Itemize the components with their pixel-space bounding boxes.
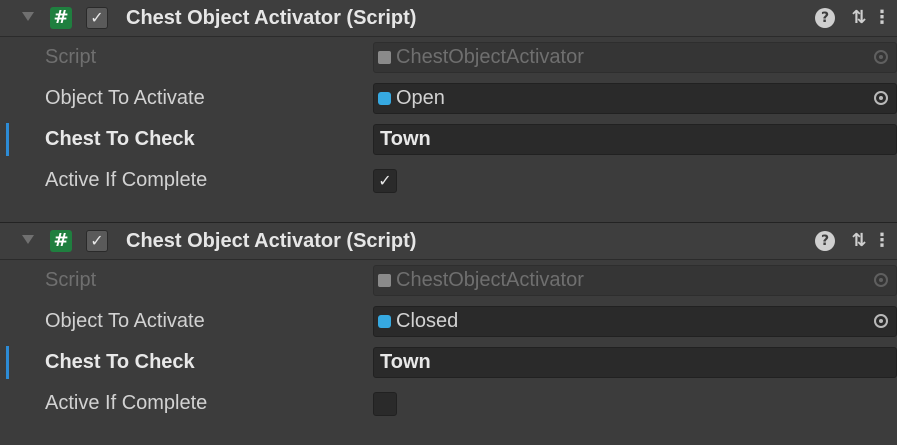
script-hash-icon: # — [50, 230, 72, 252]
field-row-script: Script ChestObjectActivator — [0, 37, 897, 78]
object-picker-target-icon[interactable] — [874, 91, 888, 105]
script-file-icon — [378, 274, 391, 287]
script-field-value: ChestObjectActivator — [396, 269, 584, 291]
active-if-complete-checkbox[interactable]: ✓ — [373, 169, 397, 193]
script-field: ChestObjectActivator — [373, 42, 897, 73]
gameobject-cube-icon — [378, 315, 391, 328]
foldout-triangle-icon[interactable] — [22, 235, 34, 244]
field-row-object-to-activate: Object To Activate Closed — [0, 301, 897, 342]
component-header[interactable]: # ✓ Chest Object Activator (Script) ? ⇅ … — [0, 0, 897, 37]
field-label-active-if-complete: Active If Complete — [45, 169, 208, 191]
field-row-object-to-activate: Object To Activate Open — [0, 78, 897, 119]
gameobject-cube-icon — [378, 92, 391, 105]
script-hash-icon: # — [50, 7, 72, 29]
object-to-activate-field[interactable]: Open — [373, 83, 897, 114]
preset-sliders-icon[interactable]: ⇅ — [849, 8, 869, 28]
object-to-activate-field[interactable]: Closed — [373, 306, 897, 337]
script-field-value: ChestObjectActivator — [396, 46, 584, 68]
component-chest-object-activator-2: # ✓ Chest Object Activator (Script) ? ⇅ … — [0, 222, 897, 445]
field-row-active-if-complete: Active If Complete ✓ — [0, 160, 897, 201]
object-picker-target-icon[interactable] — [874, 314, 888, 328]
field-row-active-if-complete: Active If Complete — [0, 383, 897, 424]
component-title: Chest Object Activator (Script) — [126, 7, 417, 29]
chest-to-check-input[interactable]: Town — [373, 124, 897, 155]
chest-to-check-value: Town — [380, 128, 431, 150]
foldout-triangle-icon[interactable] — [22, 12, 34, 21]
script-field: ChestObjectActivator — [373, 265, 897, 296]
override-marker — [6, 346, 9, 379]
object-picker-target-icon — [874, 273, 888, 287]
field-label-chest-to-check: Chest To Check — [45, 351, 195, 373]
object-picker-target-icon — [874, 50, 888, 64]
field-label-object-to-activate: Object To Activate — [45, 87, 205, 109]
component-enabled-checkbox[interactable]: ✓ — [86, 230, 108, 252]
object-to-activate-value: Open — [396, 87, 445, 109]
field-label-chest-to-check: Chest To Check — [45, 128, 195, 150]
kebab-menu-icon[interactable]: ⋮ — [873, 8, 891, 28]
preset-sliders-icon[interactable]: ⇅ — [849, 231, 869, 251]
component-chest-object-activator-1: # ✓ Chest Object Activator (Script) ? ⇅ … — [0, 0, 897, 222]
chest-to-check-value: Town — [380, 351, 431, 373]
active-if-complete-checkbox[interactable] — [373, 392, 397, 416]
field-row-script: Script ChestObjectActivator — [0, 260, 897, 301]
help-icon[interactable]: ? — [815, 231, 835, 251]
override-marker — [6, 123, 9, 156]
component-title: Chest Object Activator (Script) — [126, 230, 417, 252]
field-label-active-if-complete: Active If Complete — [45, 392, 208, 414]
chest-to-check-input[interactable]: Town — [373, 347, 897, 378]
field-label-script: Script — [45, 46, 97, 68]
field-row-chest-to-check: Chest To Check Town — [0, 119, 897, 160]
object-to-activate-value: Closed — [396, 310, 459, 332]
help-icon[interactable]: ? — [815, 8, 835, 28]
component-header[interactable]: # ✓ Chest Object Activator (Script) ? ⇅ … — [0, 223, 897, 260]
field-row-chest-to-check: Chest To Check Town — [0, 342, 897, 383]
kebab-menu-icon[interactable]: ⋮ — [873, 231, 891, 251]
component-enabled-checkbox[interactable]: ✓ — [86, 7, 108, 29]
field-label-script: Script — [45, 269, 97, 291]
script-file-icon — [378, 51, 391, 64]
field-label-object-to-activate: Object To Activate — [45, 310, 205, 332]
